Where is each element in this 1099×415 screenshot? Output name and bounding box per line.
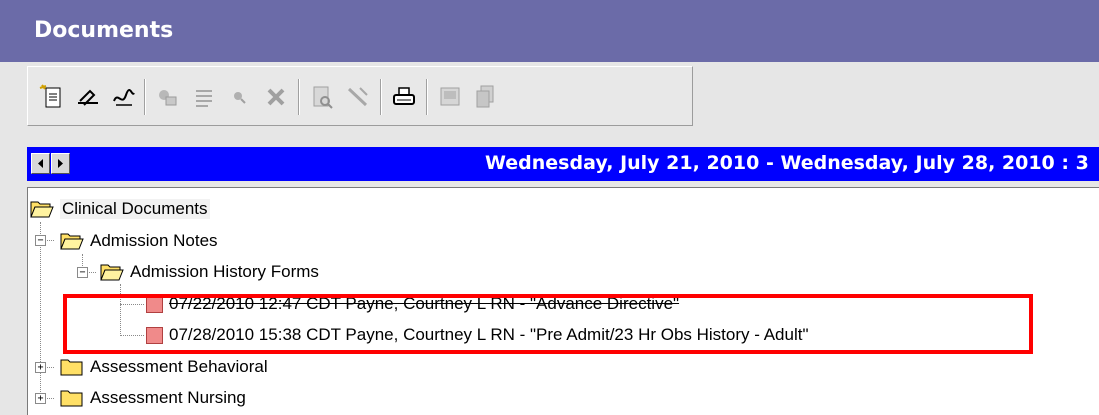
expand-toggle[interactable]: + — [35, 362, 46, 373]
modify-icon — [347, 87, 368, 107]
display-icon — [440, 87, 460, 106]
collapse-toggle[interactable]: − — [35, 235, 46, 246]
folder-icon — [60, 359, 83, 376]
delete-icon — [267, 88, 285, 106]
toolbar-separator — [380, 79, 382, 115]
preview-icon — [313, 86, 333, 109]
modify-button[interactable] — [342, 81, 374, 113]
toolbar-separator — [144, 79, 146, 115]
date-range-text: Wednesday, July 21, 2010 - Wednesday, Ju… — [485, 152, 1089, 174]
tree-node-label: Admission Notes — [90, 231, 218, 250]
display-button[interactable] — [434, 81, 466, 113]
collapse-toggle[interactable]: − — [77, 267, 88, 278]
sign-review-button[interactable] — [108, 81, 140, 113]
tree-node-label: Assessment Nursing — [90, 388, 246, 407]
title-bar: Documents — [0, 0, 1099, 62]
highlight-box — [63, 294, 1033, 354]
tree-node-label: Clinical Documents — [60, 199, 210, 219]
delete-button[interactable] — [260, 81, 292, 113]
open-folder-icon — [60, 233, 84, 250]
list-icon — [196, 90, 212, 107]
search-button[interactable] — [224, 81, 256, 113]
sign-review-icon — [113, 89, 135, 106]
search-icon — [234, 92, 246, 104]
tree-node-assessment-nursing[interactable]: Assessment Nursing — [60, 384, 246, 412]
tree-node-admission-notes[interactable]: Admission Notes — [60, 227, 218, 255]
toolbar — [27, 66, 693, 126]
tree-node-assessment-behavioral[interactable]: Assessment Behavioral — [60, 353, 268, 381]
sign-button[interactable] — [72, 81, 104, 113]
forward-icon — [159, 90, 177, 106]
toolbar-separator — [298, 79, 300, 115]
toolbar-separator — [426, 79, 428, 115]
new-document-button[interactable] — [36, 81, 68, 113]
preview-button[interactable] — [306, 81, 338, 113]
previous-range-button[interactable] — [31, 153, 50, 174]
forward-button[interactable] — [152, 81, 184, 113]
window-title: Documents — [34, 18, 174, 43]
tree-connector — [40, 222, 41, 404]
print-icon — [393, 87, 415, 105]
folder-icon — [60, 390, 83, 407]
arrow-right-icon — [58, 159, 63, 168]
tree-node-admission-history-forms[interactable]: Admission History Forms — [100, 258, 319, 286]
expand-toggle[interactable]: + — [35, 393, 46, 404]
arrow-left-icon — [38, 159, 43, 168]
date-range-bar: Wednesday, July 21, 2010 - Wednesday, Ju… — [27, 147, 1099, 181]
open-folder-icon — [100, 264, 124, 281]
print-button[interactable] — [388, 81, 420, 113]
copy-button[interactable] — [470, 81, 502, 113]
new-document-icon — [39, 84, 61, 108]
tree-node-label: Admission History Forms — [130, 262, 319, 281]
next-range-button[interactable] — [51, 153, 70, 174]
tree-node-clinical-documents[interactable]: Clinical Documents — [30, 195, 210, 223]
copy-icon — [476, 85, 494, 108]
sign-icon — [78, 89, 98, 106]
tree-node-label: Assessment Behavioral — [90, 357, 268, 376]
list-button[interactable] — [188, 81, 220, 113]
open-folder-icon — [30, 201, 54, 218]
